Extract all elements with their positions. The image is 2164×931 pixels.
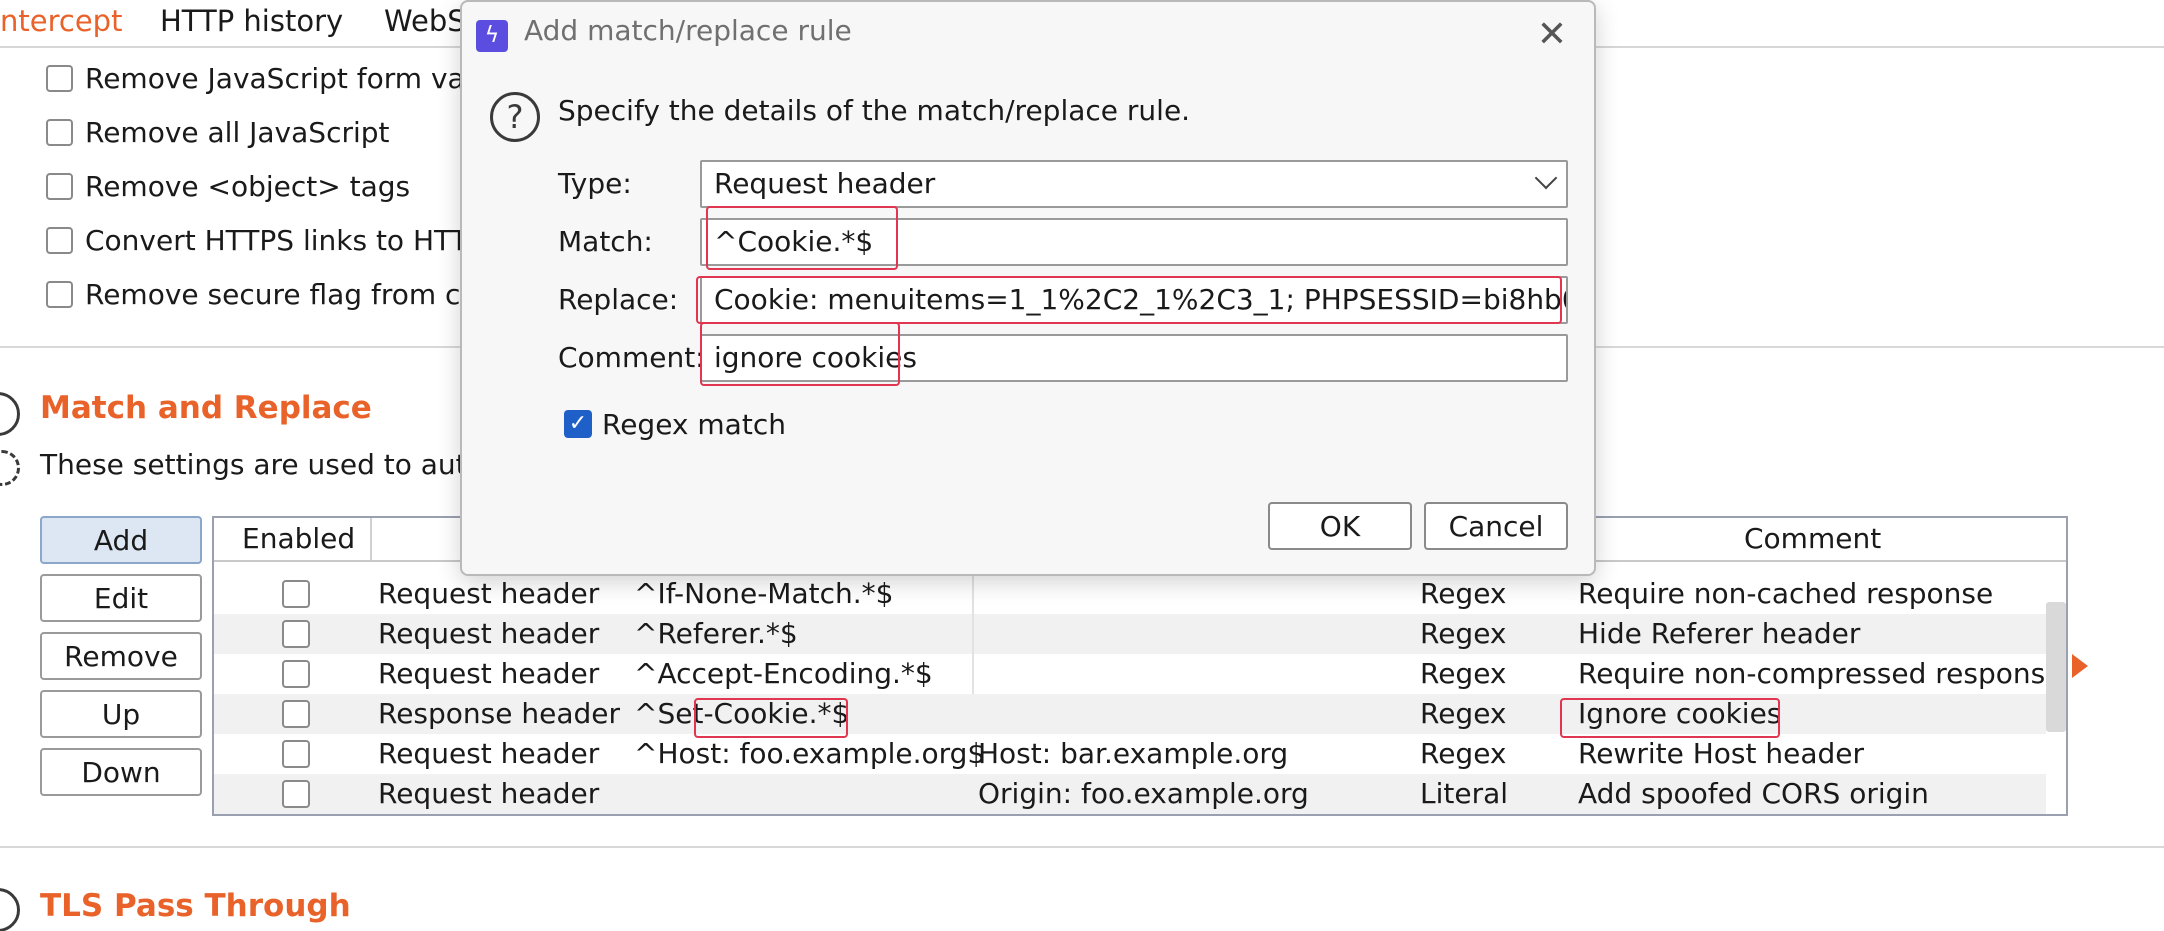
type-select[interactable]: Request header	[700, 160, 1568, 208]
replace-input[interactable]: Cookie: menuitems=1_1%2C2_1%2C3_1; PHPSE…	[700, 276, 1568, 324]
cell-comment: Require non-compressed responses	[1578, 657, 2068, 690]
cancel-button[interactable]: Cancel	[1424, 502, 1568, 550]
cell-type: Literal	[1420, 777, 1509, 810]
checkbox[interactable]	[46, 118, 73, 146]
regex-match-option[interactable]: ✓ Regex match	[564, 404, 786, 444]
gear-icon[interactable]	[0, 450, 20, 486]
close-icon[interactable]: ✕	[1528, 12, 1576, 60]
cell-item: Request header	[378, 737, 600, 770]
cell-comment: Add spoofed CORS origin	[1578, 777, 1929, 810]
cell-comment: Require non-cached response	[1578, 577, 1994, 610]
table-row[interactable]: Request header ^Host: foo.example.org$ H…	[214, 734, 2046, 774]
comment-label: Comment:	[558, 341, 705, 374]
row-enabled-checkbox[interactable]	[282, 580, 310, 608]
option-convert-https-links[interactable]: Convert HTTPS links to HTTP	[46, 220, 485, 260]
comment-input[interactable]: ignore cookies	[700, 334, 1568, 382]
ok-button[interactable]: OK	[1268, 502, 1412, 550]
app-lightning-icon: ϟ	[476, 20, 508, 52]
cell-item: Request header	[378, 657, 600, 690]
cell-type: Regex	[1420, 577, 1507, 610]
option-label: Remove secure flag from cook	[85, 277, 511, 311]
row-enabled-checkbox[interactable]	[282, 780, 310, 808]
checkbox[interactable]	[46, 64, 73, 92]
column-divider	[972, 654, 974, 694]
cell-replace: Origin: foo.example.org	[978, 777, 1309, 810]
type-select-value: Request header	[714, 167, 936, 200]
cell-item: Request header	[378, 617, 600, 650]
checkbox[interactable]	[46, 280, 73, 308]
add-rule-dialog: ϟ Add match/replace rule ✕ ? Specify the…	[460, 0, 1596, 576]
section-title-match-replace: Match and Replace	[40, 390, 372, 426]
row-enabled-checkbox[interactable]	[282, 660, 310, 688]
column-comment[interactable]: Comment	[1744, 518, 1881, 560]
column-divider	[370, 518, 372, 560]
add-button[interactable]: Add	[40, 516, 202, 564]
dialog-prompt: Specify the details of the match/replace…	[558, 94, 1191, 127]
cell-item: Request header	[378, 777, 600, 810]
checkbox[interactable]	[46, 226, 73, 254]
option-label: Remove JavaScript form valida	[85, 61, 516, 95]
tab-websockets[interactable]: WebS	[384, 0, 466, 44]
help-icon[interactable]	[0, 392, 20, 436]
cell-type: Regex	[1420, 697, 1507, 730]
question-icon: ?	[490, 92, 540, 142]
cell-match: ^If-None-Match.*$	[634, 577, 894, 610]
help-icon[interactable]	[0, 888, 20, 931]
table-row[interactable]: Request header Origin: foo.example.org L…	[214, 774, 2046, 814]
cell-match: ^Host: foo.example.org$	[634, 737, 986, 770]
dialog-title: Add match/replace rule	[524, 14, 852, 47]
checkbox[interactable]	[46, 172, 73, 200]
regex-match-label: Regex match	[602, 407, 786, 441]
type-label: Type:	[558, 167, 632, 200]
cell-type: Regex	[1420, 737, 1507, 770]
option-remove-all-javascript[interactable]: Remove all JavaScript	[46, 112, 390, 152]
edit-button[interactable]: Edit	[40, 574, 202, 622]
cell-comment: Rewrite Host header	[1578, 737, 1865, 770]
row-enabled-checkbox[interactable]	[282, 700, 310, 728]
option-remove-js-form-validation[interactable]: Remove JavaScript form valida	[46, 58, 515, 98]
table-row[interactable]: Request header ^Referer.*$ Regex Hide Re…	[214, 614, 2046, 654]
expand-arrow-icon[interactable]	[2072, 654, 2088, 678]
option-label: Convert HTTPS links to HTTP	[85, 223, 485, 257]
cell-comment: Ignore cookies	[1578, 697, 1782, 730]
tab-http-history[interactable]: HTTP history	[160, 0, 343, 44]
option-remove-secure-flag[interactable]: Remove secure flag from cook	[46, 274, 511, 314]
column-divider	[972, 614, 974, 654]
match-input[interactable]: ^Cookie.*$	[700, 218, 1568, 266]
section-title-tls: TLS Pass Through	[40, 888, 351, 924]
cell-match: ^Referer.*$	[634, 617, 798, 650]
up-button[interactable]: Up	[40, 690, 202, 738]
column-enabled[interactable]: Enabled	[242, 518, 355, 560]
option-remove-object-tags[interactable]: Remove <object> tags	[46, 166, 410, 206]
cell-replace: Host: bar.example.org	[978, 737, 1289, 770]
match-label: Match:	[558, 225, 653, 258]
cell-comment: Hide Referer header	[1578, 617, 1861, 650]
row-enabled-checkbox[interactable]	[282, 740, 310, 768]
table-scrollbar[interactable]	[2046, 602, 2066, 732]
cell-item: Request header	[378, 577, 600, 610]
table-row[interactable]: Response header ^Set-Cookie.*$ Regex Ign…	[214, 694, 2046, 734]
section-divider	[0, 846, 2164, 848]
checkbox-checked-icon[interactable]: ✓	[564, 410, 592, 438]
remove-button[interactable]: Remove	[40, 632, 202, 680]
cell-match: ^Set-Cookie.*$	[634, 697, 850, 730]
table-row[interactable]: Request header ^If-None-Match.*$ Regex R…	[214, 574, 2046, 614]
chevron-down-icon	[1534, 166, 1558, 190]
down-button[interactable]: Down	[40, 748, 202, 796]
table-row[interactable]: Request header ^Accept-Encoding.*$ Regex…	[214, 654, 2066, 694]
option-label: Remove <object> tags	[85, 169, 411, 203]
cell-type: Regex	[1420, 657, 1507, 690]
replace-label: Replace:	[558, 283, 679, 316]
cell-item: Response header	[378, 697, 621, 730]
tab-intercept[interactable]: ntercept	[0, 0, 122, 44]
section-description: These settings are used to autom	[40, 448, 512, 481]
cell-type: Regex	[1420, 617, 1507, 650]
option-label: Remove all JavaScript	[85, 115, 390, 149]
cell-match: ^Accept-Encoding.*$	[634, 657, 933, 690]
column-divider	[972, 574, 974, 614]
row-enabled-checkbox[interactable]	[282, 620, 310, 648]
